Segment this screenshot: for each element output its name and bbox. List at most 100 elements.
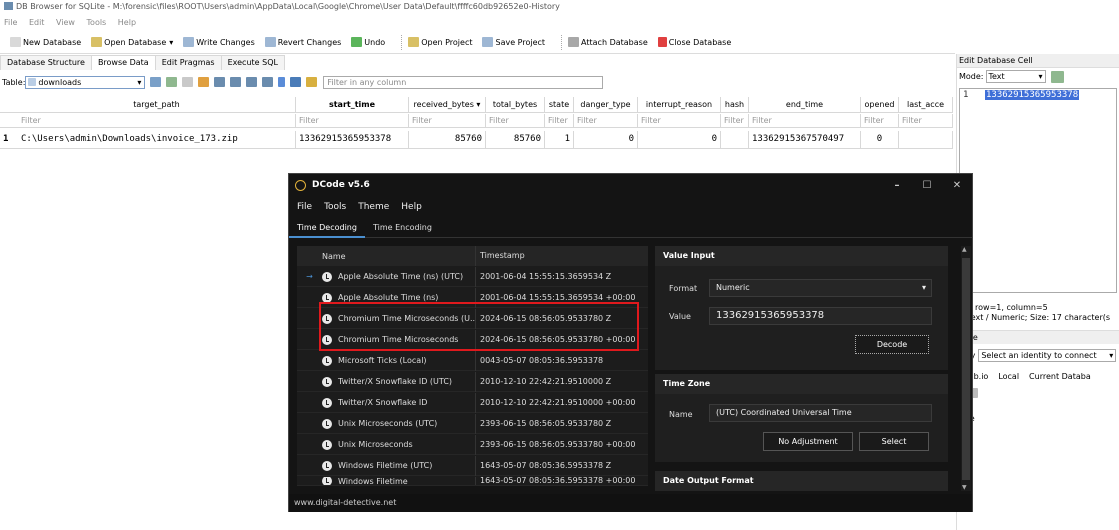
col-received-bytes[interactable]: received_bytes ▾ [409, 97, 486, 113]
undo-button[interactable]: Undo [351, 37, 385, 47]
header-timestamp[interactable]: Timestamp [475, 246, 648, 266]
dcode-menu-theme[interactable]: Theme [358, 202, 389, 212]
close-database-button[interactable]: Close Database [657, 37, 731, 47]
no-adjustment-button[interactable]: No Adjustment [763, 432, 853, 451]
scroll-thumb[interactable] [962, 258, 970, 480]
col-last-access[interactable]: last_acce [899, 97, 953, 113]
filter-danger-type[interactable]: Filter [574, 114, 638, 128]
dropdown-arrow-icon[interactable]: ▾ [169, 38, 173, 47]
save-project-button[interactable]: Save Project [482, 37, 545, 47]
tab-edit-pragmas[interactable]: Edit Pragmas [154, 55, 222, 70]
filter-hash[interactable]: Filter [721, 114, 749, 128]
dcode-footer[interactable]: www.digital-detective.net [289, 494, 972, 512]
filter-interrupt-reason[interactable]: Filter [638, 114, 721, 128]
cell-hash[interactable] [721, 131, 749, 149]
cell-last-access[interactable] [899, 131, 953, 149]
dcode-menu-tools[interactable]: Tools [324, 202, 346, 212]
table-row[interactable]: 1 C:\Users\admin\Downloads\invoice_173.z… [0, 131, 953, 149]
clear-filters-icon[interactable] [166, 77, 178, 87]
format-icon[interactable] [290, 77, 302, 87]
scroll-down-icon[interactable]: ▼ [962, 484, 967, 491]
tab-time-decoding[interactable]: Time Decoding [289, 218, 365, 238]
filter-target-path[interactable]: Filter [18, 114, 296, 128]
menu-help[interactable]: Help [118, 18, 136, 27]
col-opened[interactable]: opened [861, 97, 899, 113]
close-icon[interactable]: ✕ [942, 180, 972, 191]
font-icon[interactable] [278, 77, 286, 87]
list-item[interactable]: → Apple Absolute Time (ns) (UTC) 2001-06-0… [297, 266, 648, 287]
cell-editor[interactable]: 1 13362915365953378 [959, 88, 1117, 293]
cell-value[interactable]: 13362915365953378 [985, 90, 1080, 100]
col-start-time[interactable]: start_time [296, 97, 409, 113]
tab-database-structure[interactable]: Database Structure [0, 55, 92, 70]
open-project-button[interactable]: Open Project [408, 37, 472, 47]
list-item[interactable]: Windows Filetime 1643-05-07 08:05:36.5953… [297, 477, 648, 486]
cell-interrupt-reason[interactable]: 0 [638, 131, 721, 149]
timezone-field[interactable]: (UTC) Coordinated Universal Time [709, 404, 932, 422]
col-state[interactable]: state [545, 97, 574, 113]
dcode-menu-file[interactable]: File [297, 202, 312, 212]
tab-time-encoding[interactable]: Time Encoding [365, 218, 440, 238]
cell-total-bytes[interactable]: 85760 [486, 131, 545, 149]
decode-button[interactable]: Decode [855, 335, 929, 354]
filter-all-input[interactable]: Filter in any column [323, 75, 604, 89]
maximize-icon[interactable]: ☐ [912, 180, 942, 191]
new-database-button[interactable]: New Database [10, 37, 81, 47]
cell-received-bytes[interactable]: 85760 [409, 131, 486, 149]
refresh-icon[interactable] [150, 77, 162, 87]
col-end-time[interactable]: end_time [749, 97, 861, 113]
tab-local[interactable]: Local [998, 372, 1019, 381]
list-item[interactable]: Microsoft Ticks (Local) 0043-05-07 08:05:… [297, 350, 648, 371]
col-interrupt-reason[interactable]: interrupt_reason [638, 97, 721, 113]
list-item[interactable]: Unix Microseconds (UTC) 2393-06-15 08:56:… [297, 413, 648, 434]
list-item[interactable]: Windows Filetime (UTC) 1643-05-07 08:05:3… [297, 455, 648, 476]
insert-record-icon[interactable] [214, 77, 226, 87]
menu-edit[interactable]: Edit [29, 18, 45, 27]
cell-end-time[interactable]: 13362915367570497 [749, 131, 861, 149]
delete-record-icon[interactable] [230, 77, 242, 87]
attach-database-button[interactable]: Attach Database [568, 37, 648, 47]
filter-received-bytes[interactable]: Filter [409, 114, 486, 128]
filter-end-time[interactable]: Filter [749, 114, 861, 128]
tab-browse-data[interactable]: Browse Data [90, 55, 156, 70]
col-hash[interactable]: hash [721, 97, 749, 113]
filter-last-access[interactable]: Filter [899, 114, 953, 128]
list-item[interactable]: Twitter/X Snowflake ID 2010-12-10 22:42:2… [297, 392, 648, 413]
copy-icon[interactable] [246, 77, 258, 87]
paste-icon[interactable] [262, 77, 274, 87]
list-item[interactable]: Twitter/X Snowflake ID (UTC) 2010-12-10 2… [297, 371, 648, 392]
filter-total-bytes[interactable]: Filter [486, 114, 545, 128]
filter-start-time[interactable]: Filter [296, 114, 409, 128]
col-danger-type[interactable]: danger_type [574, 97, 638, 113]
dcode-menu-help[interactable]: Help [401, 202, 422, 212]
list-item[interactable]: Unix Microseconds 2393-06-15 08:56:05.953… [297, 434, 648, 455]
row-number[interactable]: 1 [0, 131, 18, 149]
filter-state[interactable]: Filter [545, 114, 574, 128]
auto-switch-icon[interactable] [1050, 70, 1064, 83]
print-icon[interactable] [198, 77, 210, 87]
value-input[interactable]: 13362915365953378 [709, 307, 932, 325]
cell-state[interactable]: 1 [545, 131, 574, 149]
cell-target-path[interactable]: C:\Users\admin\Downloads\invoice_173.zip [18, 131, 296, 149]
menu-tools[interactable]: Tools [87, 18, 107, 27]
select-timezone-button[interactable]: Select [859, 432, 929, 451]
col-target-path[interactable]: target_path [18, 97, 296, 113]
table-select[interactable]: downloads ▾ [25, 75, 146, 89]
col-total-bytes[interactable]: total_bytes [486, 97, 545, 113]
cell-opened[interactable]: 0 [861, 131, 899, 149]
revert-changes-button[interactable]: Revert Changes [264, 37, 341, 47]
cell-start-time[interactable]: 13362915365953378 [296, 131, 409, 149]
tab-current-database[interactable]: Current Databa [1029, 372, 1091, 381]
format-select[interactable]: Numeric ▾ [709, 279, 932, 297]
menu-file[interactable]: File [4, 18, 17, 27]
tab-execute-sql[interactable]: Execute SQL [220, 55, 285, 70]
menu-view[interactable]: View [56, 18, 75, 27]
save-filter-icon[interactable] [182, 77, 194, 87]
scroll-up-icon[interactable]: ▲ [962, 246, 967, 253]
open-database-button[interactable]: Open Database ▾ [91, 37, 173, 47]
filter-opened[interactable]: Filter [861, 114, 899, 128]
cell-danger-type[interactable]: 0 [574, 131, 638, 149]
header-name[interactable]: Name [322, 252, 475, 261]
paint-icon[interactable] [306, 77, 318, 87]
identity-select[interactable]: Select an identity to connect ▾ [978, 348, 1117, 362]
